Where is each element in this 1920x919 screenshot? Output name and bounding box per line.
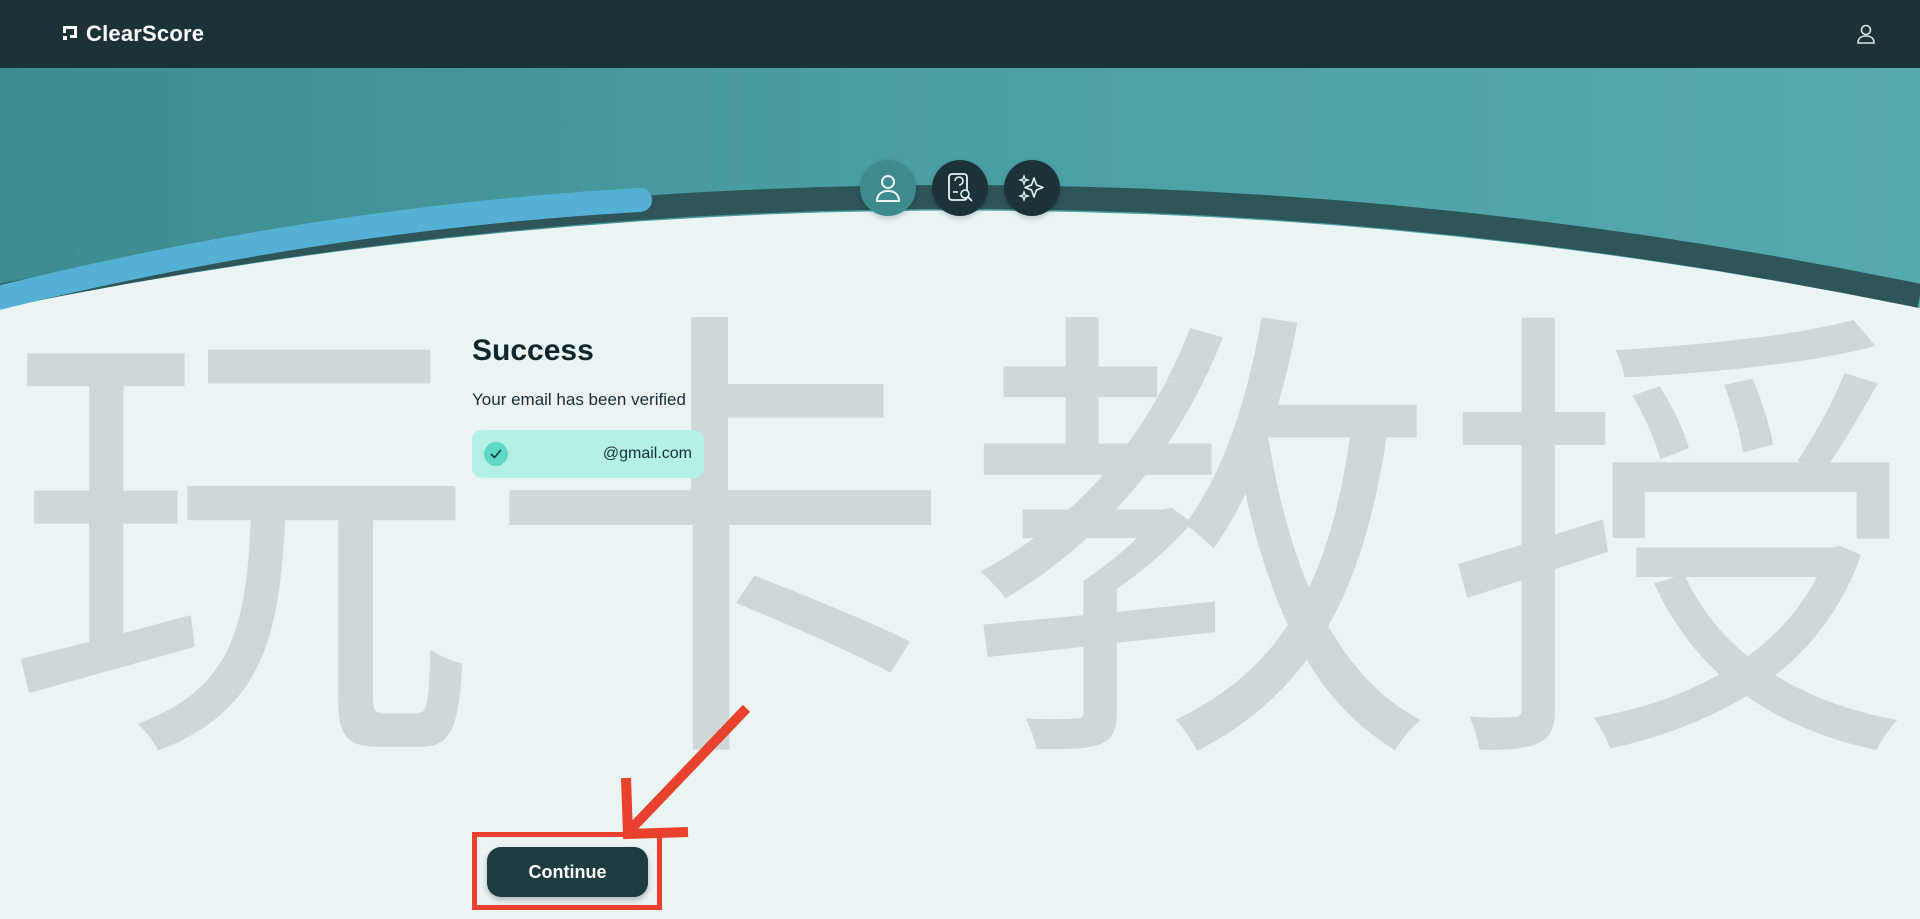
user-icon — [875, 175, 901, 202]
watermark-char: 授 — [1445, 276, 1915, 823]
watermark-char: 玩 — [5, 276, 475, 823]
check-icon — [484, 442, 508, 466]
verification-content: Success Your email has been verified @gm… — [472, 334, 972, 478]
brand-logo-link[interactable]: ClearScore — [60, 21, 204, 47]
clearscore-logo-icon — [63, 26, 77, 40]
user-icon — [1857, 24, 1875, 44]
step-credit-report[interactable] — [932, 160, 988, 216]
top-navbar: ClearScore — [0, 0, 1920, 68]
verified-email-badge: @gmail.com — [472, 430, 704, 478]
continue-button[interactable]: Continue — [487, 847, 648, 897]
annotation-arrow-icon — [621, 704, 750, 840]
sparkles-icon — [1017, 173, 1044, 203]
step-profile[interactable] — [860, 160, 916, 216]
step-insights[interactable] — [1004, 160, 1060, 216]
user-account-button[interactable] — [1852, 20, 1880, 48]
watermark-char: 教 — [965, 276, 1435, 823]
verification-message: Your email has been verified — [472, 390, 686, 409]
credit-report-search-icon — [948, 173, 973, 202]
verified-email: @gmail.com — [602, 445, 692, 462]
brand-name: ClearScore — [86, 21, 205, 46]
page-title: Success — [472, 334, 594, 367]
step-indicators — [860, 160, 1060, 216]
